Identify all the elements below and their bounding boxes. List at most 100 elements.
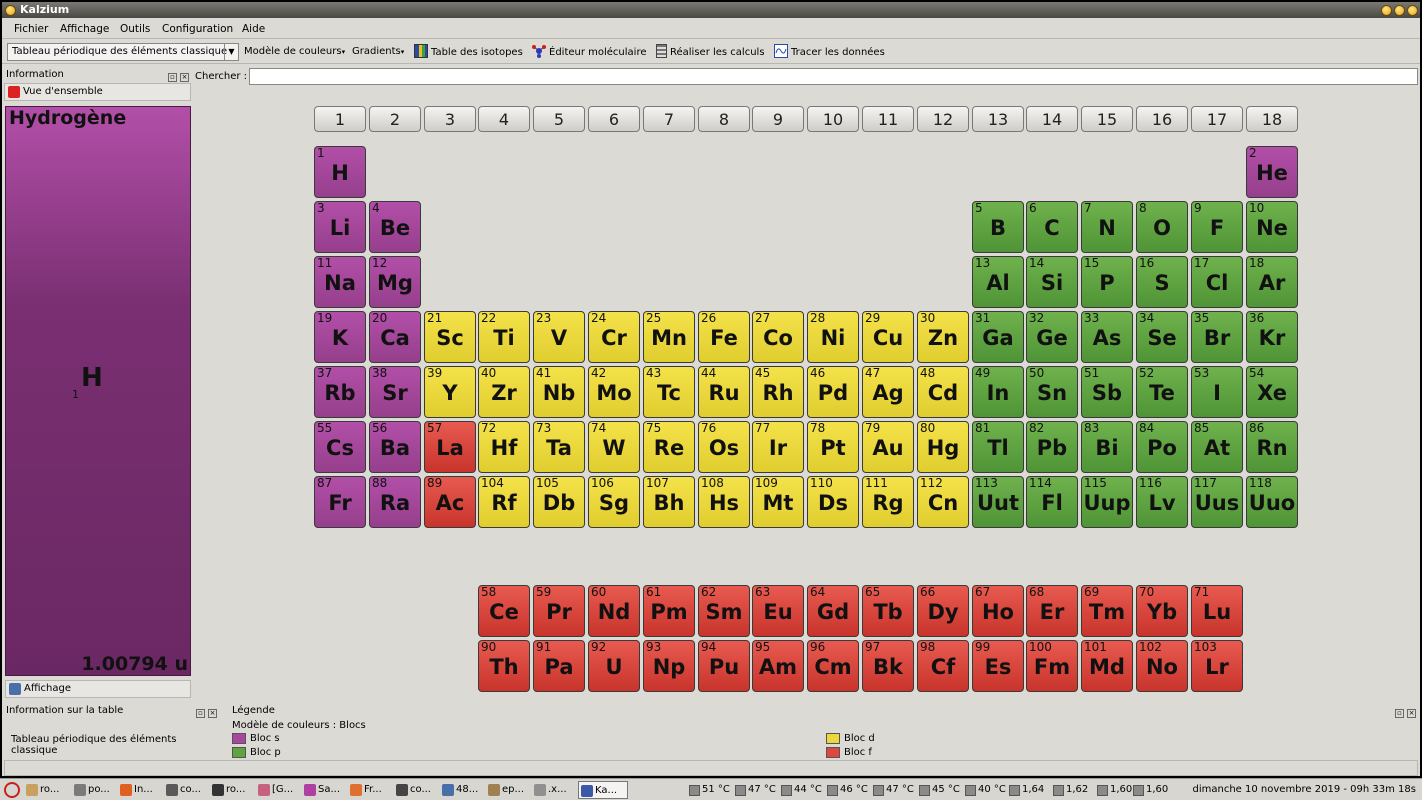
- element-sr[interactable]: 38 Sr: [369, 366, 421, 418]
- taskbar-item[interactable]: ro...: [210, 781, 254, 799]
- group-header-13[interactable]: 13: [972, 106, 1024, 132]
- overview-button[interactable]: Vue d'ensemble: [4, 83, 191, 101]
- element-tl[interactable]: 81 Tl: [972, 421, 1024, 473]
- element-fe[interactable]: 26 Fe: [698, 311, 750, 363]
- element-np[interactable]: 93 Np: [643, 640, 695, 692]
- element-ra[interactable]: 88 Ra: [369, 476, 421, 528]
- element-db[interactable]: 105 Db: [533, 476, 585, 528]
- group-header-18[interactable]: 18: [1246, 106, 1298, 132]
- element-bi[interactable]: 83 Bi: [1081, 421, 1133, 473]
- element-lu[interactable]: 71 Lu: [1191, 585, 1243, 637]
- element-u[interactable]: 92 U: [588, 640, 640, 692]
- element-tc[interactable]: 43 Tc: [643, 366, 695, 418]
- menu-aide[interactable]: Aide: [242, 23, 265, 35]
- group-header-17[interactable]: 17: [1191, 106, 1243, 132]
- menu-configuration[interactable]: Configuration: [162, 23, 233, 35]
- element-no[interactable]: 102 No: [1136, 640, 1188, 692]
- molecule-editor-button[interactable]: Éditeur moléculaire: [532, 44, 647, 58]
- element-al[interactable]: 13 Al: [972, 256, 1024, 308]
- element-f[interactable]: 9F: [1191, 201, 1243, 253]
- element-ca[interactable]: 20 Ca: [369, 311, 421, 363]
- element-sn[interactable]: 50 Sn: [1026, 366, 1078, 418]
- element-te[interactable]: 52 Te: [1136, 366, 1188, 418]
- element-uup[interactable]: 115 Uup: [1081, 476, 1133, 528]
- element-bh[interactable]: 107 Bh: [643, 476, 695, 528]
- float-icon[interactable]: ▫: [196, 709, 205, 718]
- element-b[interactable]: 5B: [972, 201, 1024, 253]
- menu-outils[interactable]: Outils: [120, 23, 150, 35]
- element-pt[interactable]: 78 Pt: [807, 421, 859, 473]
- taskbar-item[interactable]: ep...: [486, 781, 530, 799]
- menu-affichage[interactable]: Affichage: [60, 23, 109, 35]
- tray-monitor[interactable]: 47 °C: [872, 781, 914, 799]
- close-icon[interactable]: ×: [180, 73, 189, 82]
- element-lv[interactable]: 116 Lv: [1136, 476, 1188, 528]
- element-ge[interactable]: 32 Ge: [1026, 311, 1078, 363]
- element-cr[interactable]: 24 Cr: [588, 311, 640, 363]
- element-tb[interactable]: 65 Tb: [862, 585, 914, 637]
- group-header-6[interactable]: 6: [588, 106, 640, 132]
- color-model-button[interactable]: Modèle de couleurs▾: [244, 46, 345, 57]
- element-pa[interactable]: 91 Pa: [533, 640, 585, 692]
- group-header-2[interactable]: 2: [369, 106, 421, 132]
- element-re[interactable]: 75 Re: [643, 421, 695, 473]
- table-type-select[interactable]: Tableau périodique des éléments classiqu…: [7, 43, 239, 61]
- element-er[interactable]: 68 Er: [1026, 585, 1078, 637]
- calculations-button[interactable]: Réaliser les calculs: [656, 44, 765, 58]
- element-pm[interactable]: 61 Pm: [643, 585, 695, 637]
- taskbar-item[interactable]: In...: [118, 781, 162, 799]
- element-ga[interactable]: 31 Ga: [972, 311, 1024, 363]
- element-o[interactable]: 8O: [1136, 201, 1188, 253]
- element-li[interactable]: 3 Li: [314, 201, 366, 253]
- element-at[interactable]: 85 At: [1191, 421, 1243, 473]
- element-s[interactable]: 16 S: [1136, 256, 1188, 308]
- maximize-icon[interactable]: [1394, 5, 1405, 16]
- group-header-15[interactable]: 15: [1081, 106, 1133, 132]
- group-header-16[interactable]: 16: [1136, 106, 1188, 132]
- element-mg[interactable]: 12 Mg: [369, 256, 421, 308]
- element-rb[interactable]: 37 Rb: [314, 366, 366, 418]
- element-sb[interactable]: 51 Sb: [1081, 366, 1133, 418]
- element-th[interactable]: 90 Th: [478, 640, 530, 692]
- element-uus[interactable]: 117 Uus: [1191, 476, 1243, 528]
- element-br[interactable]: 35 Br: [1191, 311, 1243, 363]
- element-ti[interactable]: 22 Ti: [478, 311, 530, 363]
- chevron-down-icon[interactable]: ▼: [224, 44, 238, 60]
- element-h[interactable]: 1H: [314, 146, 366, 198]
- element-eu[interactable]: 63 Eu: [752, 585, 804, 637]
- tray-monitor[interactable]: 46 °C: [826, 781, 868, 799]
- element-mn[interactable]: 25 Mn: [643, 311, 695, 363]
- element-pu[interactable]: 94 Pu: [698, 640, 750, 692]
- group-header-8[interactable]: 8: [698, 106, 750, 132]
- display-button[interactable]: Affichage: [5, 680, 191, 698]
- taskbar-item[interactable]: [G...: [256, 781, 300, 799]
- element-kr[interactable]: 36 Kr: [1246, 311, 1298, 363]
- close-icon[interactable]: ×: [208, 709, 217, 718]
- tray-monitor[interactable]: 1,62: [1052, 781, 1088, 799]
- element-pb[interactable]: 82 Pb: [1026, 421, 1078, 473]
- tray-monitor[interactable]: 1,64: [1008, 781, 1044, 799]
- tray-monitor[interactable]: 45 °C: [918, 781, 960, 799]
- element-be[interactable]: 4 Be: [369, 201, 421, 253]
- element-rg[interactable]: 111 Rg: [862, 476, 914, 528]
- element-uut[interactable]: 113 Uut: [972, 476, 1024, 528]
- element-zr[interactable]: 40 Zr: [478, 366, 530, 418]
- group-header-1[interactable]: 1: [314, 106, 366, 132]
- element-ag[interactable]: 47 Ag: [862, 366, 914, 418]
- element-la[interactable]: 57 La: [424, 421, 476, 473]
- element-ne[interactable]: 10 Ne: [1246, 201, 1298, 253]
- float-icon[interactable]: ▫: [168, 73, 177, 82]
- element-nd[interactable]: 60 Nd: [588, 585, 640, 637]
- element-es[interactable]: 99 Es: [972, 640, 1024, 692]
- element-lr[interactable]: 103 Lr: [1191, 640, 1243, 692]
- element-as[interactable]: 33 As: [1081, 311, 1133, 363]
- tray-monitor[interactable]: 1,60: [1096, 781, 1132, 799]
- element-si[interactable]: 14 Si: [1026, 256, 1078, 308]
- element-ir[interactable]: 77 Ir: [752, 421, 804, 473]
- element-pr[interactable]: 59 Pr: [533, 585, 585, 637]
- element-hg[interactable]: 80 Hg: [917, 421, 969, 473]
- element-mt[interactable]: 109 Mt: [752, 476, 804, 528]
- element-po[interactable]: 84 Po: [1136, 421, 1188, 473]
- search-input[interactable]: [249, 68, 1418, 85]
- tray-monitor[interactable]: 51 °C: [688, 781, 730, 799]
